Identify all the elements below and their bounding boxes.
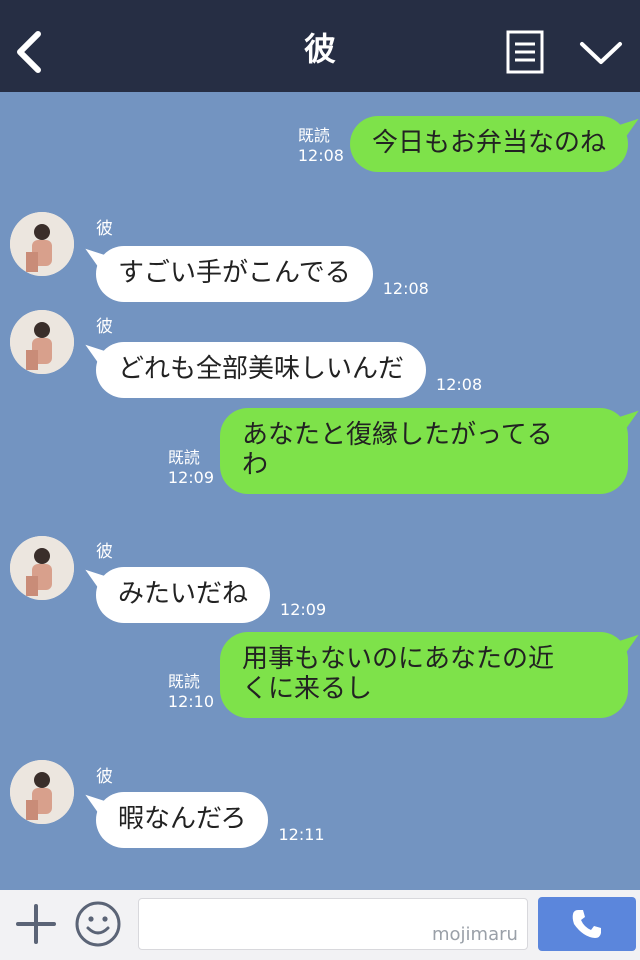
read-receipt: 既読 xyxy=(297,126,330,145)
watermark-text: mojimaru xyxy=(432,924,518,945)
bubble-tail xyxy=(79,248,109,274)
chevron-down-icon[interactable] xyxy=(578,34,624,70)
chat-bubble-outgoing[interactable]: 用事もないのにあなたの近 くに来るし xyxy=(220,632,640,718)
message-text-line-2: くに来るし xyxy=(242,674,373,704)
message-time: 12:08 xyxy=(436,375,483,394)
message-text-line-1: あなたと復縁したがってる xyxy=(242,420,553,450)
message-text-line-1: 用事もないのにあなたの近 xyxy=(242,644,555,674)
message-text: 今日もお弁当なのね xyxy=(371,128,606,158)
message-meta: 既読 12:09 xyxy=(168,448,214,488)
chat-bubble-outgoing[interactable]: 今日もお弁当なのね xyxy=(349,116,640,172)
chat-bubble-incoming[interactable]: 暇なんだろ xyxy=(79,792,269,848)
chat-bubble-incoming[interactable]: すごい手がこんでる xyxy=(79,246,373,302)
message-meta: 既読 12:08 xyxy=(298,126,344,166)
message-text: すごい手がこんでる xyxy=(118,258,351,288)
chat-screen: 彼 既読 12:08 今日もお弁当なのね 彼 すごい手がこんでる 12:08 彼… xyxy=(0,0,640,960)
chat-bubble-incoming[interactable]: どれも全部美味しいんだ xyxy=(79,342,427,398)
sender-name: 彼 xyxy=(96,317,113,337)
avatar[interactable] xyxy=(10,536,74,600)
avatar[interactable] xyxy=(10,212,74,276)
chat-title: 彼 xyxy=(303,30,336,68)
message-text: 暇なんだろ xyxy=(118,804,247,834)
read-receipt: 既読 xyxy=(167,448,200,467)
call-button[interactable] xyxy=(538,897,636,951)
message-time: 12:08 xyxy=(297,146,344,165)
message-time: 12:08 xyxy=(382,279,429,298)
plus-icon[interactable] xyxy=(14,902,58,946)
message-meta: 既読 12:10 xyxy=(168,672,214,712)
chat-bubble-incoming[interactable]: みたいだね xyxy=(79,567,271,623)
bubble-tail xyxy=(79,344,109,370)
chat-header: 彼 xyxy=(0,0,640,92)
message-text: どれも全部美味しいんだ xyxy=(118,354,405,384)
bubble-tail xyxy=(615,118,640,144)
message-text-line-2: わ xyxy=(242,450,269,480)
message-time: 12:10 xyxy=(167,692,214,711)
message-time: 12:09 xyxy=(167,468,214,487)
message-incoming: 暇なんだろ 12:11 xyxy=(79,792,325,848)
message-incoming: すごい手がこんでる 12:08 xyxy=(79,246,429,302)
sender-name: 彼 xyxy=(96,542,113,562)
message-outgoing: 既読 12:09 あなたと復縁したがってる わ xyxy=(168,408,640,494)
sender-name: 彼 xyxy=(96,767,113,787)
message-outgoing: 既読 12:08 今日もお弁当なのね xyxy=(298,116,640,172)
sender-name: 彼 xyxy=(96,219,113,239)
chat-bubble-outgoing[interactable]: あなたと復縁したがってる わ xyxy=(220,408,640,494)
message-outgoing: 既読 12:10 用事もないのにあなたの近 くに来るし xyxy=(168,632,640,718)
avatar[interactable] xyxy=(10,310,74,374)
bubble-tail xyxy=(79,569,109,595)
bubble-tail xyxy=(79,794,109,820)
message-time: 12:11 xyxy=(278,825,325,844)
phone-icon xyxy=(570,907,604,941)
message-incoming: みたいだね 12:09 xyxy=(79,567,327,623)
message-time: 12:09 xyxy=(280,600,327,619)
message-text: みたいだね xyxy=(118,579,249,609)
bubble-tail xyxy=(615,410,640,436)
input-bar: mojimaru xyxy=(0,890,640,960)
document-menu-icon[interactable] xyxy=(506,30,544,74)
avatar[interactable] xyxy=(10,760,74,824)
smiley-icon[interactable] xyxy=(74,900,122,948)
read-receipt: 既読 xyxy=(167,672,200,691)
bubble-tail xyxy=(615,634,640,660)
message-incoming: どれも全部美味しいんだ 12:08 xyxy=(79,342,483,398)
